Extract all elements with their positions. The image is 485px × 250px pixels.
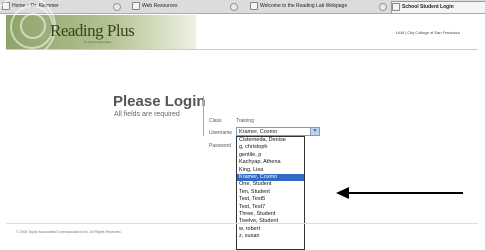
dropdown-option[interactable]: Kachyap, Athena: [237, 159, 304, 166]
arrow-annotation-line: [345, 192, 463, 194]
header-banner: Reading Plus by Taylor Associates: [0, 0, 196, 59]
username-label: Username: [209, 130, 233, 136]
vertical-divider: [203, 96, 204, 136]
arrow-left-icon: [336, 187, 349, 199]
dropdown-option[interactable]: g, christoph: [237, 144, 304, 151]
username-selected-value: Kramer, Cosmo: [239, 129, 278, 135]
page-icon: [132, 1, 140, 10]
dropdown-option[interactable]: Test, Test5: [237, 196, 304, 203]
dropdown-option[interactable]: Twelve, Student: [237, 218, 304, 225]
tab-web-resources[interactable]: Web Resources: [132, 1, 227, 12]
dropdown-option[interactable]: Ten, Student: [237, 189, 304, 196]
tab-reading-lab[interactable]: Welcome to the Reading Lab Webpage: [250, 1, 376, 12]
tab-label: School Student Login: [402, 4, 454, 10]
page-title: Please Login: [113, 93, 206, 110]
dropdown-option[interactable]: gentile, p: [237, 152, 304, 159]
reading-plus-logo: Reading Plus: [50, 21, 135, 40]
footer-divider: [6, 223, 478, 224]
decorative-swirl: [20, 13, 46, 39]
username-select[interactable]: Kramer, Cosmo ▼: [236, 127, 320, 136]
tab-student-login[interactable]: School Student Login: [391, 1, 485, 13]
close-tab-icon[interactable]: [113, 3, 121, 11]
site-header: Reading Plus by Taylor Associates LAM | …: [0, 0, 478, 59]
logo-subtitle: by Taylor Associates: [84, 40, 112, 44]
dropdown-option[interactable]: Test, Test7: [237, 204, 304, 211]
dropdown-option[interactable]: z, susan: [237, 233, 304, 240]
dropdown-option[interactable]: Kramer, Cosmo: [237, 173, 304, 182]
copyright-footer: © 2008 Taylor Associates/Communications …: [16, 230, 122, 234]
close-tab-icon[interactable]: [230, 3, 238, 11]
tab-label: Welcome to the Reading Lab Webpage: [260, 3, 348, 9]
dropdown-option[interactable]: w, robert: [237, 226, 304, 233]
chevron-down-icon[interactable]: ▼: [310, 128, 319, 135]
password-label: Password: [209, 143, 231, 149]
organization-name: LAM | City College of San Francisco: [395, 30, 460, 35]
page-icon: [392, 2, 400, 11]
username-dropdown-list[interactable]: Cisterneda, Denise g, christoph gentile, p…: [236, 136, 305, 250]
tab-label: Web Resources: [142, 3, 178, 9]
class-value: Training: [236, 118, 254, 124]
page-icon: [250, 1, 258, 10]
close-tab-icon[interactable]: [379, 3, 387, 11]
class-label: Class: [209, 118, 222, 124]
dropdown-option[interactable]: One, Student: [237, 181, 304, 188]
browser-tab-bar: Home :: Dr. Klemmer Web Resources Welcom…: [0, 0, 485, 14]
page-subtitle: All fields are required: [114, 111, 180, 118]
dropdown-option[interactable]: Cisterneda, Denise: [237, 137, 304, 144]
dropdown-option[interactable]: Three, Student: [237, 211, 304, 218]
dropdown-option[interactable]: King, Lisa: [237, 167, 304, 174]
